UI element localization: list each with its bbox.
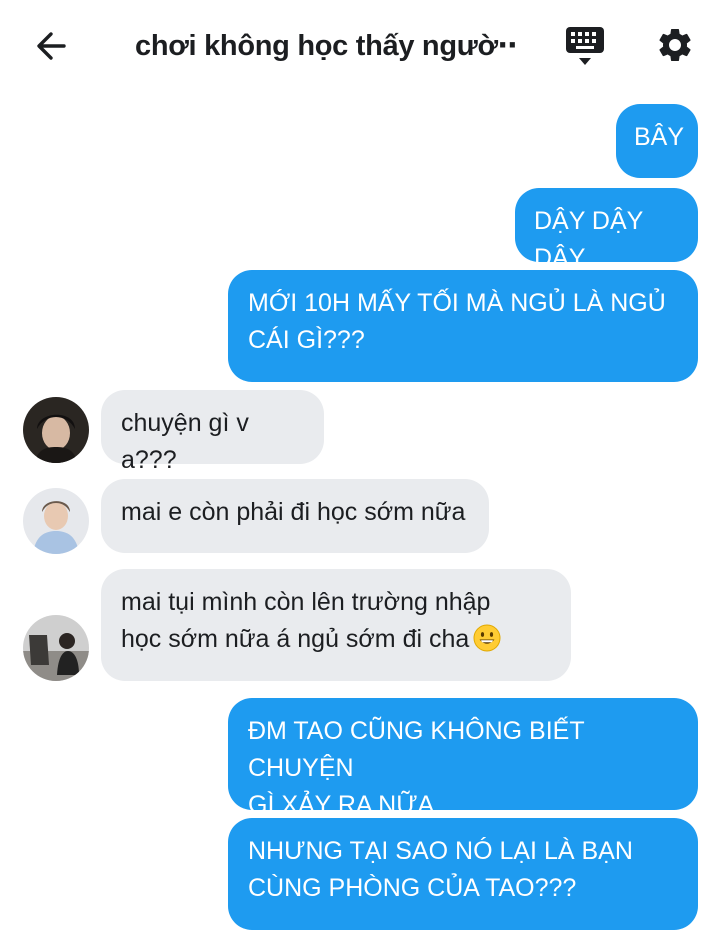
message-text-line: mai tụi mình còn lên trường nhập — [121, 588, 491, 616]
avatar-room-photo-image — [23, 615, 89, 681]
message-text-line: NHƯNG TẠI SAO NÓ LẠI LÀ BẠN — [248, 837, 633, 865]
message-text-line: ĐM TAO CŨNG KHÔNG BIẾT CHUYỆN — [248, 717, 585, 782]
message-thread[interactable]: BÂY DẬY DẬY DẬY MỚI 10H MẤY TỐI MÀ NGỦ L… — [0, 92, 720, 935]
keyboard-icon — [566, 27, 604, 65]
arrow-left-icon — [37, 32, 66, 60]
outgoing-message[interactable]: DẬY DẬY DẬY — [515, 188, 698, 272]
avatar[interactable] — [23, 488, 89, 554]
outgoing-message[interactable]: ĐM TAO CŨNG KHÔNG BIẾT CHUYỆN GÌ XẢY RA … — [228, 698, 698, 819]
avatar[interactable] — [23, 397, 89, 463]
message-text: DẬY DẬY DẬY — [534, 207, 643, 272]
message-text: mai e còn phải đi học sớm nữa — [121, 498, 466, 526]
message-text-line: MỚI 10H MẤY TỐI MÀ NGỦ LÀ NGỦ — [248, 289, 666, 317]
incoming-message[interactable]: chuyện gì v a??? — [101, 390, 324, 474]
message-text: chuyện gì v a??? — [121, 409, 249, 474]
settings-button[interactable] — [652, 22, 698, 68]
message-text-line: CÙNG PHÒNG CỦA TAO??? — [248, 874, 577, 902]
avatar-dark-hair-image — [23, 397, 89, 463]
message-text: học sớm nữa á ngủ sớm đi cha — [121, 625, 470, 653]
incoming-message[interactable]: mai tụi mình còn lên trường nhập học sớm… — [101, 569, 571, 681]
message-text-line: CÁI GÌ??? — [248, 326, 365, 354]
incoming-message[interactable]: mai e còn phải đi học sớm nữa — [101, 479, 489, 553]
avatar[interactable] — [23, 615, 89, 681]
outgoing-message[interactable]: BÂY — [616, 104, 698, 178]
grinning-face-emoji-icon — [473, 624, 501, 652]
keyboard-button[interactable] — [561, 22, 609, 70]
outgoing-message[interactable]: NHƯNG TẠI SAO NÓ LẠI LÀ BẠN CÙNG PHÒNG C… — [228, 818, 698, 930]
message-text-line: học sớm nữa á ngủ sớm đi cha — [121, 621, 551, 658]
gear-icon — [659, 28, 691, 61]
chat-header: chơi không học thấy ngườ⋯ — [0, 0, 720, 92]
conversation-title[interactable]: chơi không học thấy ngườ⋯ — [135, 28, 515, 63]
avatar-blue-hoodie-image — [23, 488, 89, 554]
outgoing-message[interactable]: MỚI 10H MẤY TỐI MÀ NGỦ LÀ NGỦ CÁI GÌ??? — [228, 270, 698, 382]
message-text: BÂY — [634, 123, 685, 151]
back-button[interactable] — [30, 24, 74, 68]
